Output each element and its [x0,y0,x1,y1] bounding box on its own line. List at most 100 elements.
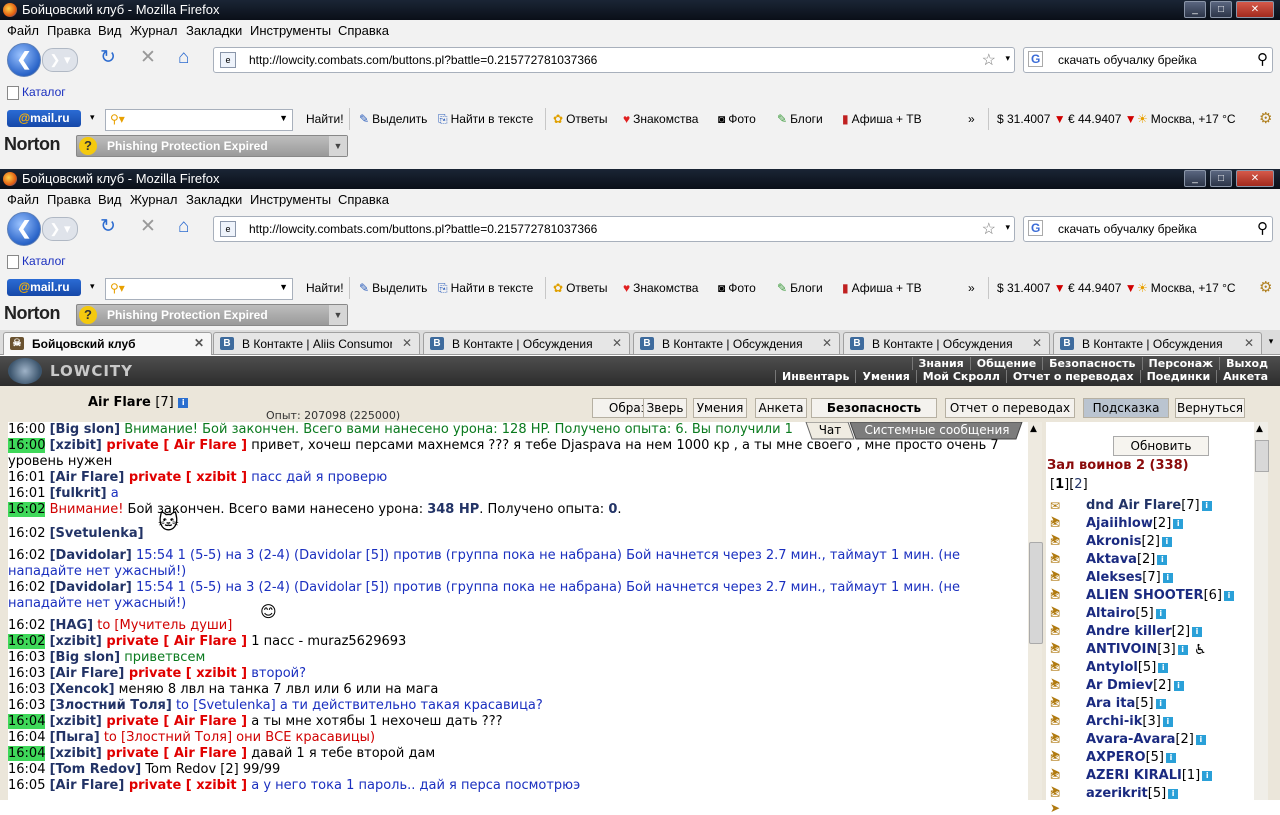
info-icon[interactable]: i [1224,590,1234,601]
close-button[interactable]: ✕ [1236,170,1274,187]
player-row[interactable]: ✉➤ Altairo[5] i [1050,606,1260,635]
menu-bookmarks[interactable]: Закладки [186,23,242,38]
menu-view[interactable]: Вид [98,23,122,38]
private-message-icon[interactable]: ✉➤ [1050,697,1070,725]
chat-nickname[interactable]: [Air Flare] [50,666,125,681]
dropdown-icon[interactable]: ▾ [90,281,95,292]
player-name[interactable]: AZERI KIRALI[1] i [1086,768,1213,783]
url-bar[interactable]: e http://lowcity.combats.com/buttons.pl?… [213,47,1015,73]
private-message-icon[interactable]: ✉➤ [1050,733,1070,761]
phishing-status[interactable]: ? Phishing Protection Expired ▼ [76,135,348,157]
menu-tools[interactable]: Инструменты [250,23,331,38]
menu-tools[interactable]: Инструменты [250,192,331,207]
skills-button[interactable]: Умения [693,398,747,418]
info-icon[interactable]: i [1165,752,1176,763]
answers-link[interactable]: ✿ Ответы [553,112,608,126]
star-icon[interactable]: ☆ [982,219,996,239]
player-row[interactable]: ✉➤ dnd Air Flare[7] i [1050,498,1260,527]
weather[interactable]: ☀ Москва, +17 °C [1137,112,1236,126]
dating-link[interactable]: ♥ Знакомства [623,281,698,295]
highlight-button[interactable]: ✎ Выделить [359,112,427,126]
chat-nickname[interactable]: [Davidolar] [50,580,132,595]
menu-security[interactable]: Безопасность [1042,357,1141,370]
private-message-icon[interactable]: ✉➤ [1050,517,1070,545]
private-message-icon[interactable]: ✉➤ [1050,589,1070,617]
menu-inventory[interactable]: Инвентарь [775,370,855,383]
player-name[interactable]: Aktava[2] i [1086,552,1168,567]
minimize-button[interactable]: _ [1184,170,1206,187]
menu-exit[interactable]: Выход [1219,357,1274,370]
chat-nickname[interactable]: [Big slon] [50,650,120,665]
menu-skills[interactable]: Умения [855,370,915,383]
player-row[interactable]: ✉➤ AZERI KIRALI[1] i [1050,768,1260,797]
dropdown-icon[interactable]: ▼ [279,113,288,123]
forward-button[interactable]: ❯ ▾ [42,217,78,241]
bookmark-catalog[interactable]: Каталог [22,254,66,268]
player-row[interactable]: ✉➤ Akronis[2] i [1050,534,1260,563]
afisha-link[interactable]: ▮ Афиша + ТВ [842,281,922,295]
security-button[interactable]: Безопасность [811,398,937,418]
tab-fight-club[interactable]: ☠ Бойцовский клуб ✕ [3,332,212,355]
settings-gear-icon[interactable]: ⚙ [1259,278,1272,296]
profile-button[interactable]: Анкета [755,398,807,418]
find-in-text-button[interactable]: ⎘ Найти в тексте [438,281,533,296]
private-message-icon[interactable]: ✉➤ [1050,499,1070,527]
player-row[interactable]: ✉➤ ANTIVOIN[3] i [1050,642,1260,671]
bookmark-catalog[interactable]: Каталог [22,85,66,99]
dropdown-icon[interactable]: ▾ [1005,53,1010,64]
google-icon[interactable]: G [1028,51,1044,67]
scroll-thumb[interactable] [1255,440,1269,472]
player-name[interactable]: Akronis[2] i [1086,534,1172,549]
chat-nickname[interactable]: [Big slon] [50,422,120,437]
blogs-link[interactable]: ✎ Блоги [777,112,823,126]
dropdown-icon[interactable]: ▼ [329,136,347,156]
player-name[interactable]: Altairo[5] i [1086,606,1166,621]
stop-icon[interactable]: ✕ [140,48,156,68]
private-message-icon[interactable]: ✉➤ [1050,643,1070,671]
player-name[interactable]: ALIEN SHOOTER[6] i [1086,588,1234,603]
player-row[interactable]: ✉➤ Antylol[5] i [1050,660,1260,689]
maximize-button[interactable]: □ [1210,170,1232,187]
tab-vk-discussions-1[interactable]: B В Контакте | Обсуждения ✕ [423,332,630,354]
page-2[interactable]: 2 [1074,477,1082,492]
private-message-icon[interactable]: ✉➤ [1050,535,1070,563]
info-icon[interactable]: i [1195,734,1206,745]
player-row[interactable]: ✉➤ Archi-ik[3] i [1050,714,1260,743]
answers-link[interactable]: ✿ Ответы [553,281,608,295]
dropdown-icon[interactable]: ▼ [279,282,288,292]
more-button[interactable]: » [968,281,975,295]
tab-list-icon[interactable]: ▾ [1262,332,1280,352]
player-name[interactable]: Ar Dmiev[2] i [1086,678,1184,693]
menu-bookmarks[interactable]: Закладки [186,192,242,207]
home-icon[interactable]: ⌂ [178,217,189,237]
info-icon[interactable]: i [1162,716,1173,727]
menu-transfer-report[interactable]: Отчет о переводах [1005,370,1140,383]
eur-rate[interactable]: € 44.9407 ▼ [1068,112,1137,126]
chat-nickname[interactable]: [Tom Redov] [50,762,142,777]
character-name[interactable]: Air Flare [7] i [88,395,189,410]
close-tab-icon[interactable]: ✕ [822,336,832,350]
mailru-logo[interactable]: @mail.ru [7,279,81,296]
photo-link[interactable]: ◙ Фото [718,112,756,126]
tab-vk-discussions-2[interactable]: B В Контакте | Обсуждения ✕ [633,332,840,354]
menu-communication[interactable]: Общение [969,357,1042,370]
chat-nickname[interactable]: [Xencok] [50,682,115,697]
minimize-button[interactable]: _ [1184,1,1206,18]
menu-history[interactable]: Журнал [130,192,177,207]
player-row[interactable]: ✉➤ Aktava[2] i [1050,552,1260,581]
scroll-up-icon[interactable]: ▲ [1256,424,1263,434]
player-name[interactable]: Archi-ik[3] i [1086,714,1173,729]
pet-button[interactable]: Зверь [643,398,687,418]
close-tab-icon[interactable]: ✕ [612,336,622,350]
eur-rate[interactable]: € 44.9407 ▼ [1068,281,1137,295]
player-name[interactable]: Avara-Avara[2] i [1086,732,1206,747]
player-row[interactable]: ✉➤ Andre killer[2] i [1050,624,1260,653]
home-icon[interactable]: ⌂ [178,48,189,68]
player-name[interactable]: Alekses[7] i [1086,570,1173,585]
dropdown-icon[interactable]: ▼ [329,305,347,325]
reload-icon[interactable]: ↻ [100,48,116,68]
private-message-icon[interactable]: ✉➤ [1050,571,1070,599]
player-name[interactable]: dnd Air Flare[7] i [1086,498,1212,513]
chat-nickname[interactable]: [xzibit] [50,634,102,649]
tab-vk-discussions-3[interactable]: B В Контакте | Обсуждения ✕ [843,332,1050,354]
